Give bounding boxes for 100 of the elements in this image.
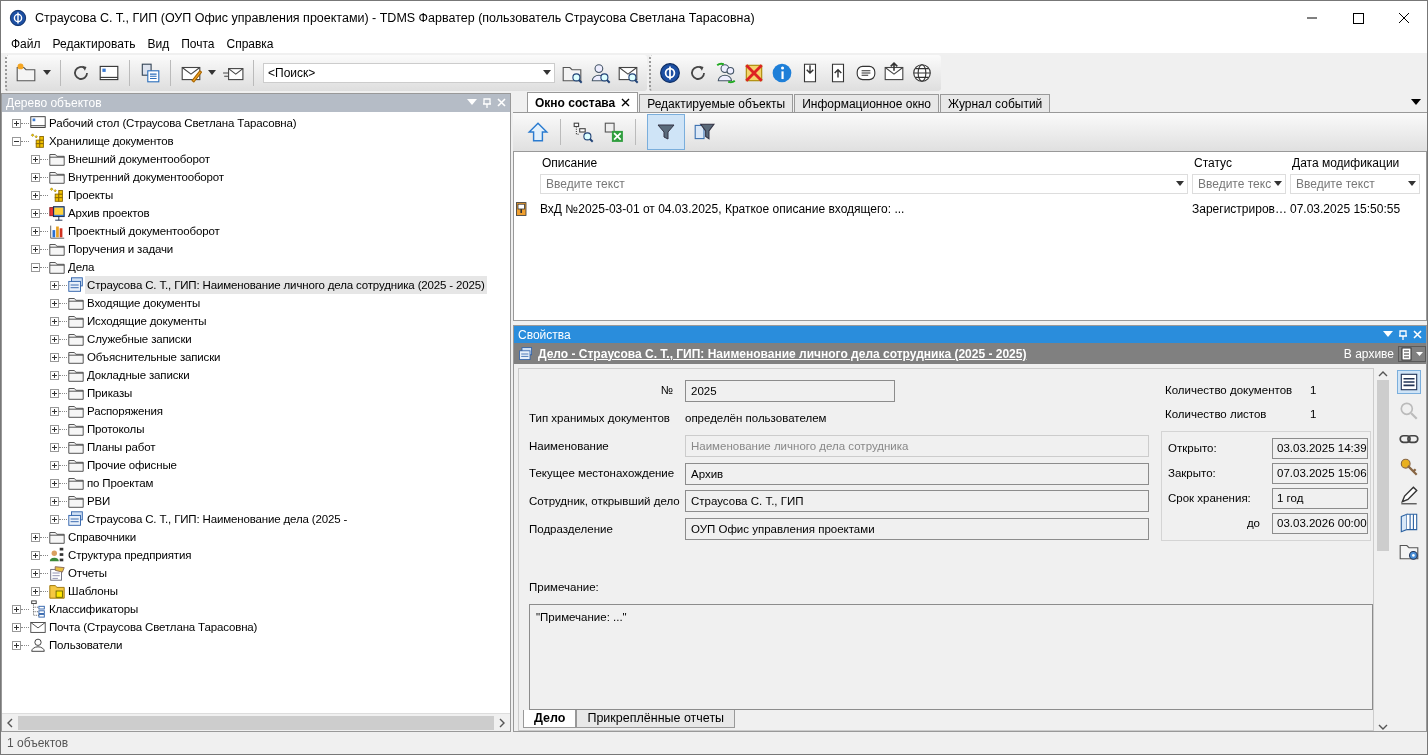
- expand-icon[interactable]: [31, 190, 40, 200]
- filter-button[interactable]: [647, 114, 685, 150]
- collapse-icon[interactable]: [31, 262, 40, 272]
- excel-export-icon[interactable]: [602, 121, 624, 143]
- tree-item[interactable]: Проекты: [66, 186, 116, 204]
- object-link[interactable]: Дело - Страусова С. Т., ГИП: Наименование личного дела сотрудника (2025 - 2025): [538, 344, 1027, 363]
- dropdown-caret-icon[interactable]: [543, 70, 551, 76]
- tree-item[interactable]: Служебные записки: [85, 330, 194, 348]
- form-icon[interactable]: [1398, 371, 1420, 393]
- input-field[interactable]: Страусова С. Т., ГИП: [685, 490, 1149, 513]
- tree-item[interactable]: Дела: [66, 258, 97, 276]
- pen-icon[interactable]: [1398, 484, 1420, 506]
- expand-icon[interactable]: [50, 316, 59, 326]
- input-field[interactable]: ОУП Офис управления проектами: [685, 518, 1149, 541]
- dropdown-caret-icon[interactable]: [1274, 181, 1282, 187]
- key-icon[interactable]: [1398, 456, 1420, 478]
- tree-item[interactable]: Объяснительные записки: [85, 348, 223, 366]
- document-menu-icon[interactable]: [1398, 345, 1426, 362]
- user-search-icon[interactable]: [589, 62, 611, 84]
- tree-item[interactable]: Исходящие документы: [85, 312, 209, 330]
- note-field[interactable]: "Примечание: ...": [529, 604, 1373, 710]
- tab[interactable]: Информационное окно: [794, 94, 939, 112]
- filter-field[interactable]: Введите текст: [1290, 174, 1420, 194]
- logo-icon[interactable]: [659, 62, 681, 84]
- expand-icon[interactable]: [12, 604, 21, 614]
- expand-icon[interactable]: [31, 550, 40, 560]
- expand-icon[interactable]: [31, 532, 40, 542]
- dropdown-caret-icon[interactable]: [208, 70, 216, 76]
- expand-icon[interactable]: [50, 334, 59, 344]
- tree-item[interactable]: Планы работ: [85, 438, 158, 456]
- tree-item[interactable]: Докладные записки: [85, 366, 192, 384]
- close-icon[interactable]: [621, 98, 631, 107]
- up-arrow-icon[interactable]: [527, 121, 549, 143]
- tab[interactable]: Журнал событий: [939, 94, 1051, 112]
- tree-item[interactable]: Почта (Страусова Светлана Тарасовна): [47, 618, 260, 636]
- scroll-up-icon[interactable]: [1378, 370, 1388, 378]
- expand-icon[interactable]: [50, 370, 59, 380]
- dropdown-caret-icon[interactable]: [1176, 181, 1184, 187]
- tree-item[interactable]: по Проектам: [85, 474, 156, 492]
- expand-icon[interactable]: [31, 208, 40, 218]
- globe-icon[interactable]: [911, 62, 933, 84]
- cross-icon[interactable]: [743, 62, 765, 84]
- tree-search-icon[interactable]: [572, 121, 594, 143]
- scroll-left-icon[interactable]: [6, 717, 14, 728]
- menu-item[interactable]: Справка: [220, 35, 280, 53]
- tree-item[interactable]: Приказы: [85, 384, 135, 402]
- scrollbar-thumb[interactable]: [1377, 380, 1389, 551]
- tab[interactable]: Редактируемые объекты: [639, 94, 794, 112]
- dropdown-caret-icon[interactable]: [43, 70, 51, 76]
- expand-icon[interactable]: [31, 586, 40, 596]
- tree-item[interactable]: Проектный документооборот: [66, 222, 222, 240]
- tab[interactable]: Окно состава: [527, 92, 639, 112]
- tree-item[interactable]: Архив проектов: [66, 204, 152, 222]
- tree-item[interactable]: Внешний документооборот: [66, 150, 212, 168]
- expand-icon[interactable]: [50, 406, 59, 416]
- tree-item[interactable]: Распоряжения: [85, 402, 165, 420]
- expand-icon[interactable]: [50, 514, 59, 524]
- pin-icon[interactable]: [1399, 329, 1407, 340]
- expand-icon[interactable]: [50, 280, 59, 290]
- expand-icon[interactable]: [12, 640, 21, 650]
- filter-field[interactable]: Введите текст: [540, 174, 1188, 194]
- info-icon[interactable]: [771, 62, 793, 84]
- input-field[interactable]: 07.03.2025 15:06: [1272, 463, 1368, 484]
- expand-icon[interactable]: [50, 478, 59, 488]
- table-filter-icon[interactable]: [693, 121, 715, 143]
- menu-item[interactable]: Редактировать: [46, 35, 142, 53]
- input-field[interactable]: 03.03.2025 14:39: [1272, 438, 1368, 459]
- tab[interactable]: Прикреплённые отчеты: [576, 710, 736, 728]
- dropdown-caret-icon[interactable]: [1411, 98, 1421, 106]
- input-field[interactable]: 1 год: [1272, 488, 1368, 509]
- column-header[interactable]: Описание: [538, 152, 1190, 174]
- expand-icon[interactable]: [12, 622, 21, 632]
- expand-icon[interactable]: [31, 244, 40, 254]
- book-icon[interactable]: [1398, 512, 1420, 534]
- input-field[interactable]: 03.03.2026 00:00: [1272, 513, 1368, 534]
- tree-item[interactable]: Шаблоны: [66, 582, 120, 600]
- tree-item[interactable]: Отчеты: [66, 564, 109, 582]
- tree-item[interactable]: Прочие офисные: [85, 456, 179, 474]
- tree-item[interactable]: Пользователи: [47, 636, 125, 654]
- expand-icon[interactable]: [50, 460, 59, 470]
- users-sync-icon[interactable]: [715, 62, 737, 84]
- tab[interactable]: Дело: [523, 710, 577, 728]
- tree-item[interactable]: Структура предприятия: [66, 546, 194, 564]
- filter-field[interactable]: Введите текс: [1192, 174, 1286, 194]
- scroll-right-icon[interactable]: [498, 717, 506, 728]
- document-stack-icon[interactable]: [139, 62, 161, 84]
- tree-item[interactable]: РВИ: [85, 492, 113, 510]
- expand-icon[interactable]: [31, 172, 40, 182]
- menu-item[interactable]: Файл: [5, 35, 47, 53]
- dropdown-caret-icon[interactable]: [1408, 181, 1416, 187]
- tree-item[interactable]: Страусова С. Т., ГИП: Наименование дела (2025 -: [85, 510, 350, 528]
- expand-icon[interactable]: [31, 154, 40, 164]
- tree-item[interactable]: Хранилище документов: [47, 132, 176, 150]
- expand-icon[interactable]: [50, 298, 59, 308]
- input-field[interactable]: 2025: [685, 379, 895, 402]
- expand-icon[interactable]: [50, 352, 59, 362]
- expand-icon[interactable]: [50, 424, 59, 434]
- expand-icon[interactable]: [31, 226, 40, 236]
- menu-item[interactable]: Почта: [175, 35, 221, 53]
- scroll-down-icon[interactable]: [1378, 723, 1388, 731]
